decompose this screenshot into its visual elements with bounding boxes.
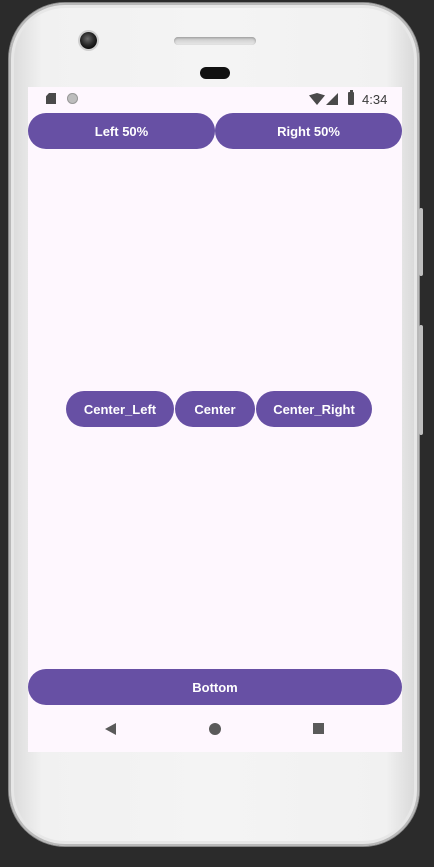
- recents-icon[interactable]: [313, 723, 324, 734]
- center-left-button[interactable]: Center_Left: [66, 391, 174, 427]
- front-camera-icon: [80, 32, 97, 49]
- volume-button: [419, 208, 423, 276]
- wifi-icon: [309, 93, 325, 105]
- right-50-button[interactable]: Right 50%: [215, 113, 402, 149]
- circle-notification-icon: [67, 93, 78, 104]
- app-screen: 4:34 Left 50% Right 50% Center_Left Cent…: [28, 87, 402, 752]
- navigation-bar: [28, 706, 402, 752]
- center-right-button[interactable]: Center_Right: [256, 391, 372, 427]
- status-time: 4:34: [362, 92, 388, 107]
- proximity-sensor-icon: [200, 67, 230, 79]
- battery-icon: [348, 90, 354, 105]
- cell-signal-icon: [326, 93, 338, 105]
- earpiece-speaker-icon: [174, 37, 256, 45]
- bottom-button[interactable]: Bottom: [28, 669, 402, 705]
- status-bar: 4:34: [28, 87, 402, 111]
- left-50-button[interactable]: Left 50%: [28, 113, 215, 149]
- home-icon[interactable]: [209, 723, 221, 735]
- sd-card-icon: [46, 93, 56, 104]
- center-button[interactable]: Center: [175, 391, 255, 427]
- back-icon[interactable]: [105, 723, 116, 735]
- power-button: [419, 325, 423, 435]
